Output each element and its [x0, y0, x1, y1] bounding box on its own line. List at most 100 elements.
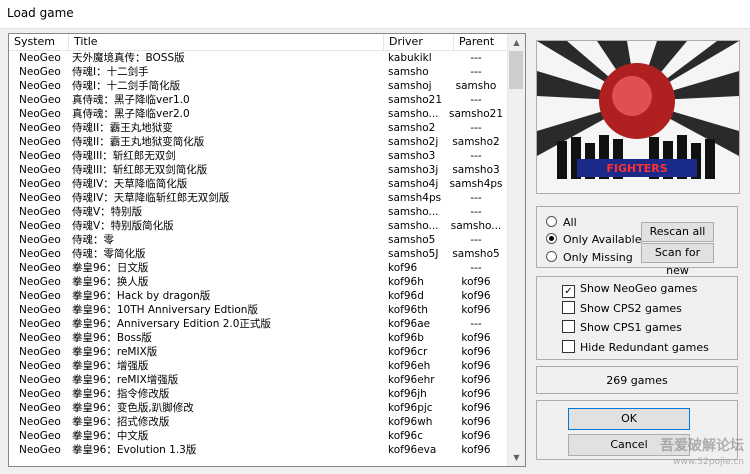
table-row[interactable]: NeoGeo 侍魂：零简化版 samsho5J samsho5 [9, 247, 508, 261]
table-row[interactable]: NeoGeo 侍魂I：十二剑手 samsho --- [9, 65, 508, 79]
scan-for-new-button[interactable]: Scan for new [641, 243, 714, 277]
cell-system: NeoGeo [19, 150, 61, 162]
cell-title: 拳皇96：日文版 [72, 262, 149, 274]
table-row[interactable]: NeoGeo 侍魂IV：天草降临简化版 samsho4j samsh4ps [9, 177, 508, 191]
preview-logo-text: FIGHTERS [606, 162, 667, 175]
table-row[interactable]: NeoGeo 拳皇96：Boss版 kof96b kof96 [9, 331, 508, 345]
scroll-thumb[interactable] [509, 51, 523, 89]
cell-parent: samsho21 [449, 108, 503, 120]
cell-driver: kof96h [388, 276, 424, 288]
cell-driver: kof96eh [388, 360, 431, 372]
cell-system: NeoGeo [19, 122, 61, 134]
rescan-all-button[interactable]: Rescan all [641, 222, 714, 242]
table-row[interactable]: NeoGeo 拳皇96：Hack by dragon版 kof96d kof96 [9, 289, 508, 303]
table-row[interactable]: NeoGeo 拳皇96：增强版 kof96eh kof96 [9, 359, 508, 373]
table-row[interactable]: NeoGeo 拳皇96：招式修改版 kof96wh kof96 [9, 415, 508, 429]
cell-parent: kof96 [461, 276, 491, 288]
checkbox-show-cps1[interactable]: Show CPS1 games [562, 320, 682, 336]
cell-system: NeoGeo [19, 346, 61, 358]
radio-only-missing[interactable]: Only Missing [546, 250, 633, 266]
cell-parent: --- [470, 262, 482, 274]
scroll-up-icon[interactable]: ▲ [508, 34, 525, 51]
table-row[interactable]: NeoGeo 拳皇96：换人版 kof96h kof96 [9, 275, 508, 289]
table-row[interactable]: NeoGeo 侍魂II：霸王丸地狱变 samsho2 --- [9, 121, 508, 135]
cell-title: 拳皇96：换人版 [72, 276, 149, 288]
checkbox-checked-icon[interactable]: ✓ [562, 285, 575, 298]
cell-system: NeoGeo [19, 178, 61, 190]
table-row[interactable]: NeoGeo 真侍魂：黑子降临ver1.0 samsho21 --- [9, 93, 508, 107]
cell-parent: kof96 [461, 416, 491, 428]
radio-icon[interactable] [546, 216, 557, 227]
cell-title: 侍魂IV：天草降临简化版 [72, 178, 188, 190]
cell-title: 真侍魂：黑子降临ver2.0 [72, 108, 190, 120]
column-header-driver[interactable]: Driver [384, 34, 454, 50]
table-row[interactable]: NeoGeo 侍魂III：斩红郎无双剑简化版 samsho3j samsho3 [9, 163, 508, 177]
table-row[interactable]: NeoGeo 拳皇96：10TH Anniversary Edtion版 kof96… [9, 303, 508, 317]
list-header: System Title Driver Parent [9, 34, 508, 51]
cell-system: NeoGeo [19, 262, 61, 274]
cell-driver: kof96eva [388, 444, 437, 456]
column-header-system[interactable]: System [9, 34, 69, 50]
cell-parent: kof96 [461, 304, 491, 316]
game-list[interactable]: System Title Driver Parent NeoGeo 天外魔境真传：… [8, 33, 526, 467]
table-row[interactable]: NeoGeo 拳皇96：中文版 kof96c kof96 [9, 429, 508, 443]
checkbox-show-cps2[interactable]: Show CPS2 games [562, 301, 682, 317]
column-header-title[interactable]: Title [69, 34, 384, 50]
radio-all[interactable]: All [546, 215, 577, 231]
table-row[interactable]: NeoGeo 拳皇96：日文版 kof96 --- [9, 261, 508, 275]
cell-system: NeoGeo [19, 290, 61, 302]
cell-system: NeoGeo [19, 248, 61, 260]
cell-driver: samsho4j [388, 178, 439, 190]
cell-driver: samsho2j [388, 136, 439, 148]
cell-parent: kof96 [461, 402, 491, 414]
table-row[interactable]: NeoGeo 拳皇96：变色版,趴脚修改 kof96pjc kof96 [9, 401, 508, 415]
checkbox-icon[interactable] [562, 320, 575, 333]
cell-title: 拳皇96：招式修改版 [72, 416, 170, 428]
radio-selected-icon[interactable] [546, 233, 557, 244]
radio-icon[interactable] [546, 251, 557, 262]
cell-title: 侍魂V：特别版简化版 [72, 220, 174, 232]
checkbox-icon[interactable] [562, 301, 575, 314]
cell-system: NeoGeo [19, 164, 61, 176]
table-row[interactable]: NeoGeo 侍魂II：霸王丸地狱变简化版 samsho2j samsho2 [9, 135, 508, 149]
cell-title: 拳皇96：10TH Anniversary Edtion版 [72, 304, 258, 316]
table-row[interactable]: NeoGeo 拳皇96：reMIX增强版 kof96ehr kof96 [9, 373, 508, 387]
cell-title: 侍魂III：斩红郎无双剑 [72, 150, 176, 162]
table-row[interactable]: NeoGeo 拳皇96：指令修改版 kof96jh kof96 [9, 387, 508, 401]
table-row[interactable]: NeoGeo 拳皇96：reMIX版 kof96cr kof96 [9, 345, 508, 359]
table-row[interactable]: NeoGeo 真侍魂：黑子降临ver2.0 samsho... samsho21 [9, 107, 508, 121]
cell-parent: kof96 [461, 346, 491, 358]
column-header-parent[interactable]: Parent [454, 34, 508, 50]
table-row[interactable]: NeoGeo 侍魂V：特别版简化版 samsho... samsho... [9, 219, 508, 233]
cell-parent: --- [470, 52, 482, 64]
table-row[interactable]: NeoGeo 天外魔境真传：BOSS版 kabukikl --- [9, 51, 508, 65]
table-row[interactable]: NeoGeo 拳皇96：Evolution 1.3版 kof96eva kof96 [9, 443, 508, 457]
cell-title: 天外魔境真传：BOSS版 [72, 52, 185, 64]
table-row[interactable]: NeoGeo 侍魂IV：天草降临斩红郎无双剑版 samsh4ps --- [9, 191, 508, 205]
cell-parent: --- [470, 234, 482, 246]
checkbox-show-neogeo[interactable]: ✓ Show NeoGeo games [562, 281, 697, 298]
cell-system: NeoGeo [19, 80, 61, 92]
cell-parent: kof96 [461, 430, 491, 442]
radio-only-available[interactable]: Only Available [546, 232, 641, 248]
cell-driver: kof96cr [388, 346, 428, 358]
cell-title: 拳皇96：增强版 [72, 360, 149, 372]
table-row[interactable]: NeoGeo 侍魂：零 samsho5 --- [9, 233, 508, 247]
cell-driver: kof96b [388, 332, 424, 344]
game-preview-image: FIGHTERS [536, 40, 740, 194]
list-scrollbar[interactable]: ▲ ▼ [507, 34, 525, 466]
cell-system: NeoGeo [19, 192, 61, 204]
cell-driver: kof96d [388, 290, 424, 302]
table-row[interactable]: NeoGeo 侍魂V：特别版 samsho... --- [9, 205, 508, 219]
cell-system: NeoGeo [19, 332, 61, 344]
table-row[interactable]: NeoGeo 侍魂I：十二剑手简化版 samshoj samsho [9, 79, 508, 93]
checkbox-icon[interactable] [562, 340, 575, 353]
table-row[interactable]: NeoGeo 拳皇96：Anniversary Edition 2.0正式版 kof… [9, 317, 508, 331]
table-row[interactable]: NeoGeo 侍魂III：斩红郎无双剑 samsho3 --- [9, 149, 508, 163]
cell-parent: --- [470, 122, 482, 134]
checkbox-hide-redundant[interactable]: Hide Redundant games [562, 340, 709, 356]
cell-parent: kof96 [461, 388, 491, 400]
ok-button[interactable]: OK [568, 408, 690, 430]
cell-driver: kof96pjc [388, 402, 433, 414]
scroll-down-icon[interactable]: ▼ [508, 449, 525, 466]
